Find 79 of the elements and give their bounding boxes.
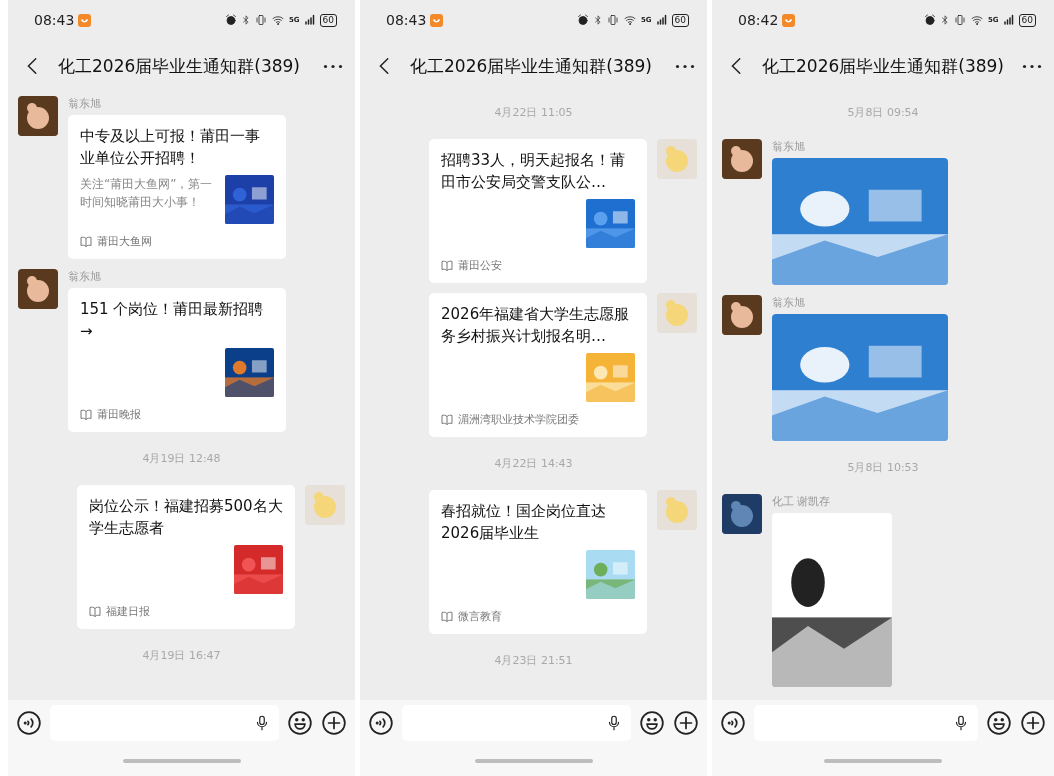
message-input[interactable] xyxy=(754,705,978,741)
book-icon xyxy=(89,606,101,617)
article-title: 岗位公示！福建招募500名大学生志愿者 xyxy=(89,496,283,539)
article-summary: 关注“莆田大鱼网”，第一时间知晓莆田大小事！ xyxy=(80,176,214,211)
sender-name: 化工 谢凯存 xyxy=(772,494,832,509)
wifi-icon xyxy=(270,14,285,26)
article-source: 福建日报 xyxy=(106,604,150,619)
timestamp: 5月8日 09:54 xyxy=(847,105,919,121)
add-icon[interactable] xyxy=(673,710,699,736)
article-source: 湄洲湾职业技术学院团委 xyxy=(458,412,579,427)
article-card[interactable]: 151 个岗位！莆田最新招聘→ 莆田晚报 xyxy=(68,288,286,432)
vibrate-icon xyxy=(254,14,267,26)
signal-icon xyxy=(655,14,668,26)
alarm-icon xyxy=(923,14,936,26)
book-icon xyxy=(80,236,92,247)
status-time: 08:43 xyxy=(34,12,75,28)
emoji-icon[interactable] xyxy=(986,710,1012,736)
book-icon xyxy=(441,414,453,425)
article-source: 莆田大鱼网 xyxy=(97,234,152,249)
more-icon[interactable] xyxy=(323,63,343,69)
notification-icon xyxy=(782,13,796,27)
sender-name: 翁东旭 xyxy=(772,295,806,310)
alarm-icon xyxy=(224,14,237,26)
timestamp: 4月22日 14:43 xyxy=(494,456,573,472)
battery-level: 60 xyxy=(671,13,689,27)
book-icon xyxy=(441,260,453,271)
chat-title: 化工2026届毕业生通知群(389) xyxy=(410,54,653,78)
vibrate-icon xyxy=(953,14,966,26)
sender-name: 翁东旭 xyxy=(68,269,102,284)
sender-name: 翁东旭 xyxy=(772,139,806,154)
article-source: 微言教育 xyxy=(458,609,502,624)
timestamp: 4月23日 21:51 xyxy=(494,653,573,669)
emoji-icon[interactable] xyxy=(287,710,313,736)
status-time: 08:43 xyxy=(386,12,427,28)
voice-icon[interactable] xyxy=(368,710,394,736)
book-icon xyxy=(441,611,453,622)
article-card[interactable]: 春招就位！国企岗位直达2026届毕业生 微言教育 xyxy=(429,490,647,634)
article-card[interactable]: 2026年福建省大学生志愿服务乡村振兴计划报名明… 湄洲湾职业技术学院团委 xyxy=(429,293,647,437)
bluetooth-icon xyxy=(592,14,603,26)
notification-icon xyxy=(78,13,92,27)
wifi-icon xyxy=(969,14,984,26)
voice-icon[interactable] xyxy=(16,710,42,736)
wifi-icon xyxy=(622,14,637,26)
add-icon[interactable] xyxy=(321,710,347,736)
sender-name: 翁东旭 xyxy=(68,96,102,111)
battery-level: 60 xyxy=(1018,13,1036,27)
timestamp: 4月19日 12:48 xyxy=(142,451,221,467)
article-card[interactable]: 中专及以上可报！莆田一事业单位公开招聘！ 关注“莆田大鱼网”，第一时间知晓莆田大小事！ 莆田大鱼网 xyxy=(68,115,286,259)
book-icon xyxy=(80,409,92,420)
signal-icon xyxy=(303,14,316,26)
article-card[interactable]: 招聘33人，明天起报名！莆田市公安局交警支队公… 莆田公安 xyxy=(429,139,647,283)
article-title: 151 个岗位！莆田最新招聘→ xyxy=(80,299,265,342)
vibrate-icon xyxy=(606,14,619,26)
status-time: 08:42 xyxy=(738,12,779,28)
signal-icon xyxy=(1002,14,1015,26)
bluetooth-icon xyxy=(939,14,950,26)
notification-icon xyxy=(430,13,444,27)
article-source: 莆田公安 xyxy=(458,258,502,273)
add-icon[interactable] xyxy=(1020,710,1046,736)
chat-title: 化工2026届毕业生通知群(389) xyxy=(58,54,301,78)
article-title: 春招就位！国企岗位直达2026届毕业生 xyxy=(441,501,607,544)
message-input[interactable] xyxy=(50,705,279,741)
more-icon[interactable] xyxy=(675,63,695,69)
chat-title: 化工2026届毕业生通知群(389) xyxy=(762,54,1005,78)
article-title: 中专及以上可报！莆田一事业单位公开招聘！ xyxy=(80,126,261,169)
article-title: 招聘33人，明天起报名！莆田市公安局交警支队公… xyxy=(441,150,627,193)
message-input[interactable] xyxy=(402,705,631,741)
more-icon[interactable] xyxy=(1022,63,1042,69)
alarm-icon xyxy=(576,14,589,26)
article-card[interactable]: 岗位公示！福建招募500名大学生志愿者 福建日报 xyxy=(77,485,295,629)
timestamp: 4月19日 16:47 xyxy=(142,648,221,664)
battery-level: 60 xyxy=(319,13,337,27)
voice-icon[interactable] xyxy=(720,710,746,736)
timestamp: 5月8日 10:53 xyxy=(847,460,919,476)
emoji-icon[interactable] xyxy=(639,710,665,736)
bluetooth-icon xyxy=(240,14,251,26)
timestamp: 4月22日 11:05 xyxy=(494,105,573,121)
article-title: 2026年福建省大学生志愿服务乡村振兴计划报名明… xyxy=(441,304,631,347)
article-source: 莆田晚报 xyxy=(97,407,141,422)
